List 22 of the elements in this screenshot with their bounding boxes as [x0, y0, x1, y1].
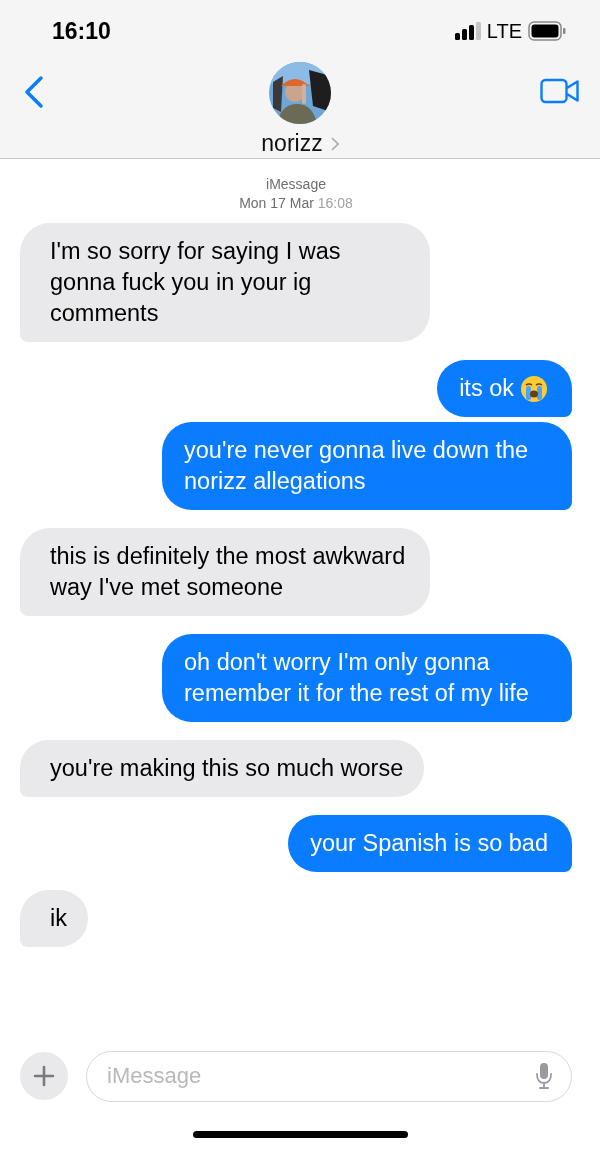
- plus-icon: [33, 1065, 55, 1087]
- timestamp: Mon 17 Mar 16:08: [239, 194, 353, 213]
- status-time: 16:10: [52, 17, 111, 45]
- signal-icon: [454, 22, 481, 40]
- network-label: LTE: [486, 19, 522, 43]
- service-label: iMessage: [266, 175, 326, 194]
- contact-name[interactable]: norizz: [261, 130, 339, 157]
- sent-message: its ok: [437, 360, 572, 417]
- received-message: this is definitely the most awkward way I've met someone: [20, 528, 430, 616]
- microphone-icon[interactable]: [535, 1062, 553, 1090]
- message-input[interactable]: iMessage: [105, 1062, 535, 1090]
- video-call-button[interactable]: [540, 78, 580, 104]
- received-message: ik: [20, 890, 88, 947]
- sent-message: you're never gonna live down the norizz allegations: [162, 422, 572, 510]
- battery-icon: [528, 21, 566, 41]
- received-message: you're making this so much worse: [20, 740, 425, 797]
- received-message: I'm so sorry for saying I was gonna fuck you in your ig comments: [20, 223, 430, 342]
- add-button[interactable]: [20, 1052, 68, 1100]
- sent-message: oh don't worry I'm only gonna remember it for the rest of my life: [162, 634, 572, 722]
- chevron-icon: [330, 136, 339, 151]
- sent-message: your Spanish is so bad: [288, 815, 572, 872]
- back-button[interactable]: [22, 74, 46, 110]
